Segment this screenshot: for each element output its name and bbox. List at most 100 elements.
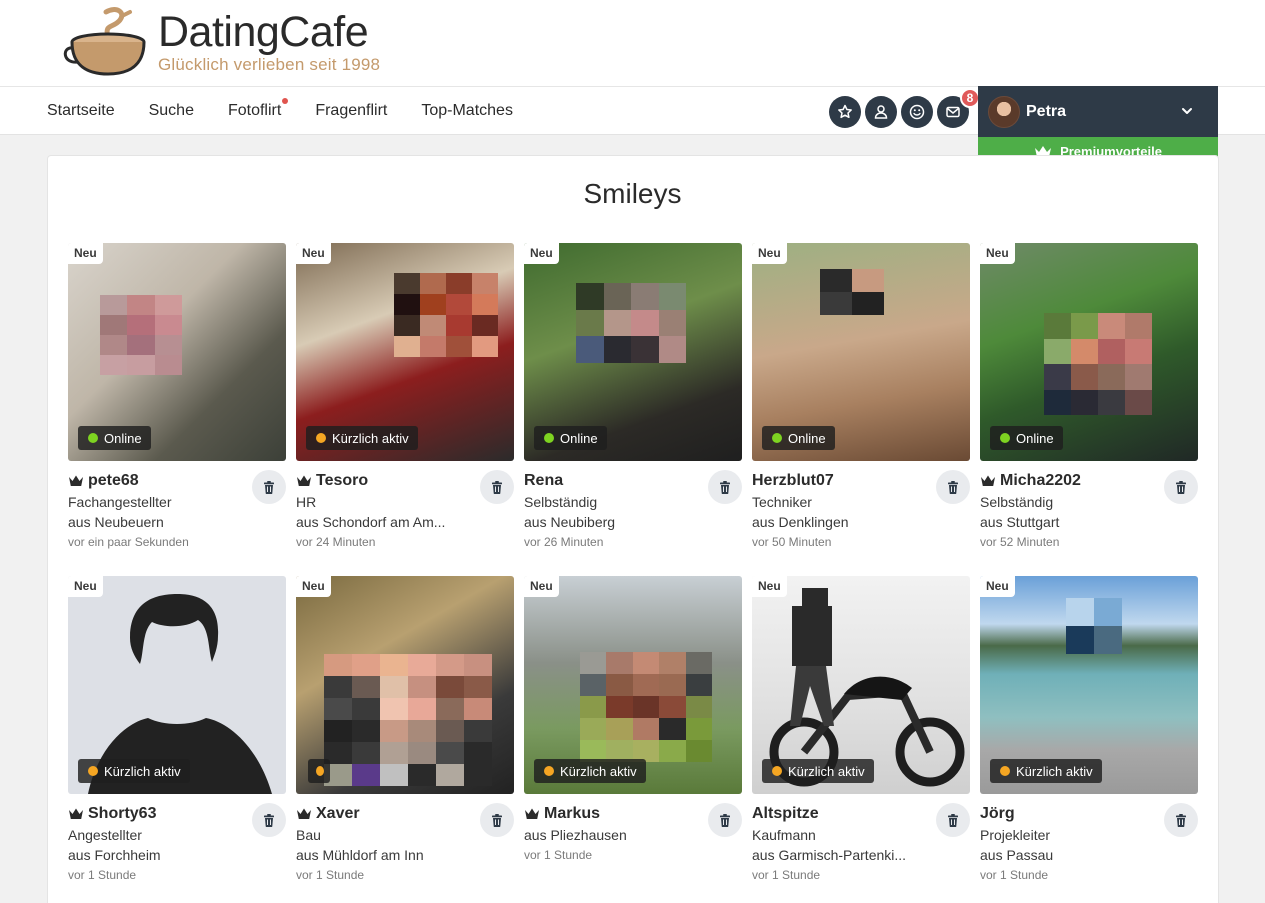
- profile-grid: Neu Online pete68 Fachangestellter aus Neube…: [68, 243, 1198, 882]
- logo-name: DatingCafe: [158, 8, 369, 56]
- status-dot: [316, 433, 326, 443]
- profile-name[interactable]: Jörg: [980, 805, 1015, 823]
- profile-location: aus Stuttgart: [980, 514, 1060, 530]
- status-dot: [88, 433, 98, 443]
- delete-button[interactable]: [708, 470, 742, 504]
- profile-photo[interactable]: Neu Kürzlich aktiv: [980, 576, 1198, 794]
- status-text: Online: [104, 430, 142, 446]
- profile-occupation: Techniker: [752, 494, 812, 510]
- profile-name[interactable]: Shorty63: [88, 805, 156, 823]
- trash-icon: [492, 480, 502, 494]
- page-title: Smileys: [583, 178, 682, 209]
- status-text: Online: [788, 430, 826, 446]
- profile-button[interactable]: [865, 96, 897, 128]
- trash-icon: [948, 480, 958, 494]
- trash-icon: [720, 480, 730, 494]
- profile-location: aus Forchheim: [68, 847, 161, 863]
- smileys-button[interactable]: [901, 96, 933, 128]
- delete-button[interactable]: [1164, 470, 1198, 504]
- delete-button[interactable]: [936, 803, 970, 837]
- user-menu-dropdown[interactable]: Petra: [978, 86, 1218, 137]
- profile-name[interactable]: Tesoro: [316, 472, 368, 490]
- trash-icon: [1176, 480, 1186, 494]
- logo[interactable]: DatingCafe Glücklich verlieben seit 1998: [60, 6, 380, 78]
- status-badge: Kürzlich aktiv: [762, 759, 874, 783]
- delete-button[interactable]: [252, 470, 286, 504]
- pixelated-face: [100, 295, 182, 375]
- delete-button[interactable]: [480, 470, 514, 504]
- delete-button[interactable]: [936, 470, 970, 504]
- logo-tagline: Glücklich verlieben seit 1998: [158, 55, 381, 74]
- user-name: Petra: [1026, 102, 1067, 120]
- profile-location: aus Pliezhausen: [524, 827, 627, 843]
- profile-info: Herzblut07 Techniker aus Denklingen vor 50 …: [752, 470, 970, 551]
- delete-button[interactable]: [252, 803, 286, 837]
- pixelated-face: [576, 283, 686, 363]
- profile-location: aus Neubeuern: [68, 514, 164, 530]
- favorites-button[interactable]: [829, 96, 861, 128]
- profile-name[interactable]: Rena: [524, 472, 563, 490]
- person-icon: [874, 105, 888, 119]
- premium-crown-icon: [297, 475, 311, 486]
- profile-photo[interactable]: Neu Online: [524, 243, 742, 461]
- messages-button[interactable]: 8: [937, 88, 980, 128]
- status-text: Kürzlich aktiv: [332, 430, 409, 446]
- delete-button[interactable]: [480, 803, 514, 837]
- profile-location: aus Schondorf am Am...: [296, 514, 446, 530]
- user-avatar: [988, 95, 1020, 128]
- status-badge: Online: [78, 426, 151, 450]
- status-text: Online: [1016, 430, 1054, 446]
- nav-item-top-matches[interactable]: Top-Matches: [421, 102, 513, 120]
- profile-photo[interactable]: Neu Online: [980, 243, 1198, 461]
- nav-item-label: Fragenflirt: [315, 102, 388, 119]
- smiley-timestamp: vor 1 Stunde: [980, 868, 1049, 882]
- profile-name[interactable]: Markus: [544, 805, 600, 823]
- status-dot: [1000, 766, 1010, 776]
- smiley-timestamp: vor 1 Stunde: [524, 848, 593, 862]
- delete-button[interactable]: [1164, 803, 1198, 837]
- notification-dot: [282, 98, 289, 104]
- nav-item-startseite[interactable]: Startseite: [47, 102, 115, 120]
- new-badge: Neu: [524, 243, 559, 264]
- profile-photo[interactable]: Neu Kürzlich aktiv: [296, 243, 514, 461]
- status-badge: [308, 759, 330, 783]
- profile-photo[interactable]: Neu Kürzlich aktiv: [68, 576, 286, 794]
- new-badge: Neu: [296, 576, 331, 597]
- status-badge: Kürzlich aktiv: [990, 759, 1102, 783]
- nav-item-fragenflirt[interactable]: Fragenflirt: [315, 102, 387, 120]
- profile-info: Rena Selbständig aus Neubiberg vor 26 Minut…: [524, 470, 742, 551]
- profile-name[interactable]: Altspitze: [752, 805, 819, 823]
- profile-name[interactable]: Xaver: [316, 805, 360, 823]
- trash-icon: [264, 480, 274, 494]
- profile-name[interactable]: Micha2202: [1000, 472, 1081, 490]
- profile-photo[interactable]: Neu Online: [68, 243, 286, 461]
- main-nav: Startseite Suche Fotoflirt Fragenflirt Top-M…: [47, 87, 547, 135]
- profile-card: Neu Online Herzblut07 Techniker aus Denkling…: [752, 243, 970, 549]
- premium-crown-icon: [981, 475, 995, 486]
- profile-photo[interactable]: Neu: [296, 576, 514, 794]
- messages-count-badge: 8: [960, 88, 980, 108]
- status-text: Kürzlich aktiv: [560, 763, 637, 779]
- pixelated-face: [820, 269, 884, 315]
- profile-photo[interactable]: Neu Online: [752, 243, 970, 461]
- status-text: Online: [560, 430, 598, 446]
- profile-occupation: Angestellter: [68, 827, 142, 843]
- profile-card: Neu Kürzlich aktiv Tesoro HR aus Schondorf a…: [296, 243, 514, 549]
- profile-occupation: HR: [296, 494, 317, 510]
- profile-card: Neu Kürzlich aktiv Shorty63 Angestellter aus…: [68, 576, 286, 882]
- delete-button[interactable]: [708, 803, 742, 837]
- profile-name[interactable]: pete68: [88, 472, 139, 490]
- profile-photo[interactable]: Neu Kürzlich aktiv: [752, 576, 970, 794]
- new-badge: Neu: [296, 243, 331, 264]
- profile-name[interactable]: Herzblut07: [752, 472, 834, 490]
- profile-photo[interactable]: Neu Kürzlich aktiv: [524, 576, 742, 794]
- nav-item-suche[interactable]: Suche: [149, 102, 194, 120]
- profile-card: Neu Kürzlich aktiv Markus aus Pliezhausen vo…: [524, 576, 742, 862]
- profile-occupation: Kaufmann: [752, 827, 816, 843]
- profile-card: Neu Online Rena Selbständig aus Neubiberg vor…: [524, 243, 742, 549]
- profile-occupation: Bau: [296, 827, 321, 843]
- profile-location: aus Neubiberg: [524, 514, 616, 530]
- trash-icon: [264, 813, 274, 827]
- premium-crown-icon: [69, 808, 83, 819]
- nav-item-fotoflirt[interactable]: Fotoflirt: [228, 98, 289, 120]
